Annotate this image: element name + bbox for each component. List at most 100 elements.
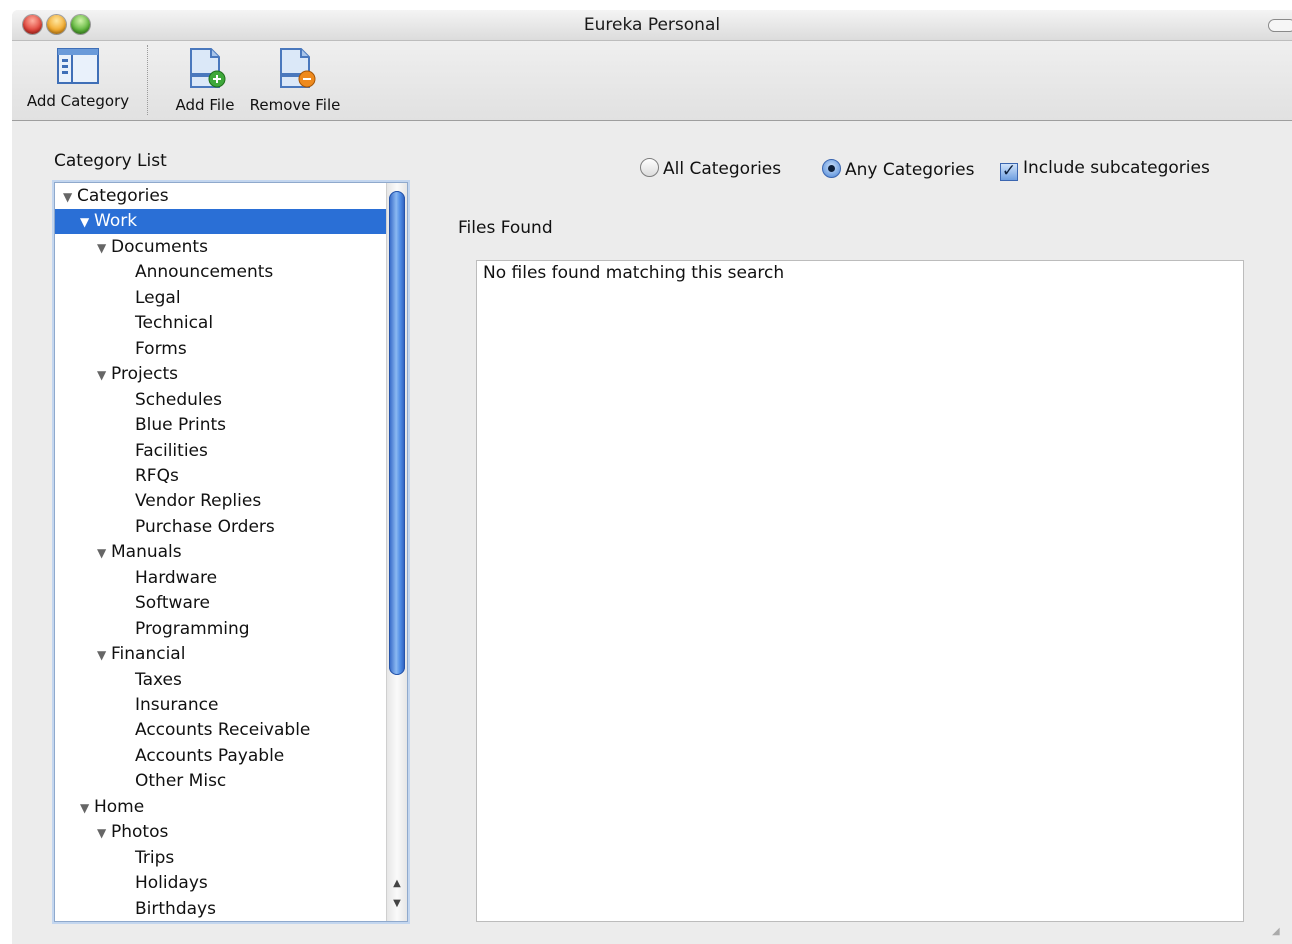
tree-item-label: Programming bbox=[135, 618, 250, 639]
tree-item-label: Facilities bbox=[135, 440, 208, 461]
add-file-label: Add File bbox=[175, 96, 235, 114]
any-categories-radio[interactable]: Any Categories bbox=[822, 159, 975, 180]
tree-item[interactable]: ▼ Manuals bbox=[55, 540, 387, 565]
empty-files-message: No files found matching this search bbox=[483, 263, 785, 283]
tree-item[interactable]: Forms bbox=[55, 337, 387, 362]
all-categories-label: All Categories bbox=[663, 159, 782, 179]
category-tree[interactable]: ▼ Categories ▼ Work ▼ Documents Announcements L… bbox=[54, 182, 408, 922]
tree-item-label: Manuals bbox=[111, 542, 182, 563]
tree-item-label: Projects bbox=[111, 364, 179, 385]
tree-item[interactable]: ▼ Photos bbox=[55, 820, 387, 845]
tree-item[interactable]: Technical bbox=[55, 311, 387, 336]
tree-item[interactable]: Birthdays bbox=[55, 897, 387, 921]
all-categories-radio[interactable]: All Categories bbox=[640, 158, 781, 179]
tree-item-label: Accounts Receivable bbox=[135, 720, 311, 741]
scroll-down-icon[interactable]: ▼ bbox=[387, 895, 407, 913]
remove-file-label: Remove File bbox=[249, 96, 341, 114]
add-category-icon bbox=[57, 48, 99, 84]
category-list-label: Category List bbox=[54, 151, 167, 171]
add-category-button[interactable]: Add Category bbox=[22, 47, 134, 110]
disclosure-triangle-icon[interactable]: ▼ bbox=[97, 821, 111, 846]
tree-item-label: Trips bbox=[135, 847, 175, 868]
radio-off-icon bbox=[640, 158, 659, 177]
title-bar[interactable]: Eureka Personal bbox=[12, 10, 1292, 41]
tree-item[interactable]: ▼ Work bbox=[55, 209, 387, 235]
tree-item[interactable]: Purchase Orders bbox=[55, 515, 387, 540]
tree-item[interactable]: Legal bbox=[55, 286, 387, 311]
app-window: Eureka Personal Add Category Add File Re… bbox=[12, 10, 1292, 944]
resize-grip-icon[interactable]: ◢ bbox=[1272, 926, 1284, 938]
tree-item-label: Announcements bbox=[135, 262, 274, 283]
scrollbar-thumb[interactable] bbox=[389, 191, 405, 675]
disclosure-triangle-icon[interactable]: ▼ bbox=[80, 796, 94, 821]
tree-item[interactable]: Accounts Receivable bbox=[55, 718, 387, 743]
files-found-list[interactable]: No files found matching this search bbox=[476, 260, 1244, 922]
include-subcategories-label: Include subcategories bbox=[1023, 158, 1210, 178]
tree-item[interactable]: ▼ Documents bbox=[55, 235, 387, 260]
any-categories-label: Any Categories bbox=[845, 160, 975, 180]
disclosure-triangle-icon[interactable]: ▼ bbox=[97, 541, 111, 566]
tree-item-label: Insurance bbox=[135, 695, 219, 715]
tree-scrollbar[interactable]: ▲ ▼ bbox=[386, 183, 407, 921]
tree-item-label: Work bbox=[94, 211, 138, 232]
tree-item-label: Vendor Replies bbox=[135, 491, 262, 512]
toolbar-separator bbox=[147, 45, 148, 115]
tree-item-label: Holidays bbox=[135, 873, 208, 894]
tree-item[interactable]: Taxes bbox=[55, 668, 387, 693]
tree-item-label: Software bbox=[135, 593, 210, 614]
toolbar-toggle-button[interactable] bbox=[1268, 19, 1292, 32]
tree-item-label: Financial bbox=[111, 644, 186, 665]
tree-item[interactable]: ▼ Home bbox=[55, 795, 387, 820]
remove-file-icon bbox=[280, 48, 316, 88]
include-subcategories-checkbox[interactable]: ✓ Include subcategories bbox=[1000, 158, 1210, 181]
disclosure-triangle-icon[interactable]: ▼ bbox=[97, 643, 111, 668]
tree-item-label: Photos bbox=[111, 822, 169, 843]
tree-item-label: Forms bbox=[135, 338, 187, 359]
tree-item[interactable]: Schedules bbox=[55, 388, 387, 413]
add-category-label: Add Category bbox=[26, 92, 130, 110]
tree-item[interactable]: Insurance bbox=[55, 693, 387, 718]
tree-item-label: Birthdays bbox=[135, 898, 216, 919]
disclosure-triangle-icon[interactable]: ▼ bbox=[80, 210, 94, 235]
tree-item[interactable]: Programming bbox=[55, 617, 387, 642]
tree-item[interactable]: Facilities bbox=[55, 439, 387, 464]
add-file-button[interactable]: Add File bbox=[170, 47, 240, 114]
tree-item[interactable]: Holidays bbox=[55, 871, 387, 896]
tree-item[interactable]: Other Misc bbox=[55, 769, 387, 794]
tree-item-label: Documents bbox=[111, 236, 208, 257]
add-file-icon bbox=[190, 48, 226, 88]
tree-item[interactable]: ▼ Categories bbox=[55, 184, 387, 209]
toolbar: Add Category Add File Remove File bbox=[12, 41, 1292, 121]
disclosure-triangle-icon[interactable]: ▼ bbox=[63, 185, 77, 210]
tree-item-label: Hardware bbox=[135, 567, 218, 588]
tree-item-label: Accounts Payable bbox=[135, 745, 285, 766]
tree-item[interactable]: Trips bbox=[55, 846, 387, 871]
tree-item-label: Categories bbox=[77, 186, 169, 206]
tree-item-label: Blue Prints bbox=[135, 415, 226, 436]
window-title: Eureka Personal bbox=[583, 15, 721, 35]
tree-item[interactable]: ▼ Projects bbox=[55, 362, 387, 387]
tree-item[interactable]: ▼ Financial bbox=[55, 642, 387, 667]
tree-item-label: Home bbox=[94, 796, 145, 817]
files-found-label: Files Found bbox=[458, 218, 553, 238]
tree-item-label: Purchase Orders bbox=[135, 516, 275, 537]
tree-item-label: RFQs bbox=[135, 465, 179, 486]
checkmark-icon: ✓ bbox=[1000, 161, 1018, 181]
tree-item[interactable]: Software bbox=[55, 591, 387, 616]
tree-item[interactable]: Accounts Payable bbox=[55, 744, 387, 769]
radio-on-icon bbox=[822, 159, 841, 178]
tree-item-label: Technical bbox=[135, 313, 214, 334]
tree-item[interactable]: Hardware bbox=[55, 566, 387, 591]
tree-item-label: Legal bbox=[135, 287, 181, 308]
disclosure-triangle-icon[interactable]: ▼ bbox=[97, 363, 111, 388]
tree-item[interactable]: RFQs bbox=[55, 464, 387, 489]
tree-item-label: Taxes bbox=[135, 669, 182, 690]
tree-item[interactable]: Vendor Replies bbox=[55, 489, 387, 514]
tree-item-label: Other Misc bbox=[135, 771, 227, 792]
remove-file-button[interactable]: Remove File bbox=[248, 47, 342, 114]
scroll-up-icon[interactable]: ▲ bbox=[387, 875, 407, 893]
tree-item[interactable]: Blue Prints bbox=[55, 413, 387, 438]
disclosure-triangle-icon[interactable]: ▼ bbox=[97, 236, 111, 261]
tree-item[interactable]: Announcements bbox=[55, 260, 387, 285]
tree-item-label: Schedules bbox=[135, 389, 222, 410]
